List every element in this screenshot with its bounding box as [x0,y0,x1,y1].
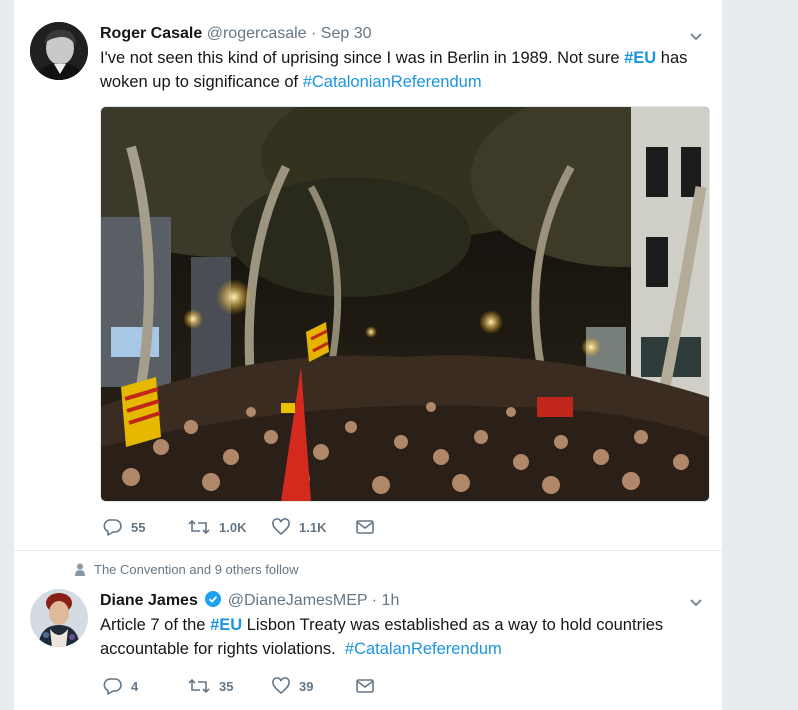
person-icon [75,563,85,576]
hashtag-link[interactable]: #EU [210,616,242,634]
author-name[interactable]: Diane James [100,592,198,609]
avatar[interactable] [30,22,88,80]
separator: · [371,592,378,609]
author-name[interactable]: Roger Casale [100,25,202,42]
reply-count: 55 [131,519,146,535]
message-icon [356,679,374,693]
tweet-actions: 4 35 39 [103,676,433,698]
tweet[interactable]: Roger Casale @rogercasale · Sep 30 I've … [14,0,722,551]
like-button[interactable]: 39 [271,676,313,696]
like-icon [272,518,290,536]
social-context-text[interactable]: The Convention and 9 others follow [94,562,299,577]
retweet-icon [188,519,210,535]
tweet-header: Diane James @DianeJamesMEP · 1h [100,591,399,610]
tweet-photo[interactable] [100,106,710,502]
message-icon [356,520,374,534]
verified-icon [205,591,222,607]
message-button[interactable] [355,676,375,696]
hashtag-link[interactable]: #CatalonianReferendum [303,73,482,91]
reply-count: 4 [131,678,139,694]
caret-down-icon[interactable] [688,594,704,610]
message-button[interactable] [355,517,375,537]
text-segment: Article 7 of the [100,616,211,634]
timeline: Roger Casale @rogercasale · Sep 30 I've … [14,0,722,710]
retweet-icon [188,678,210,694]
social-context: The Convention and 9 others follow [74,562,299,577]
crowd-photo [101,107,709,501]
reply-icon [103,678,122,695]
like-button[interactable]: 1.1K [271,517,326,537]
hashtag-link[interactable]: #EU [624,49,656,67]
like-count: 39 [299,678,314,694]
tweet-header: Roger Casale @rogercasale · Sep 30 [100,25,372,43]
avatar-photo [30,589,88,647]
retweet-count: 35 [219,678,234,694]
timestamp[interactable]: Sep 30 [321,25,372,42]
tweet-text: I've not seen this kind of uprising sinc… [100,46,700,94]
separator: · [311,25,317,42]
reply-button[interactable]: 4 [103,676,138,696]
hashtag-link[interactable]: #CatalanReferendum [345,640,502,658]
author-handle[interactable]: @rogercasale [207,25,307,42]
retweet-count: 1.0K [219,519,247,535]
like-count: 1.1K [299,519,327,535]
tweet-text: Article 7 of the #EU Lisbon Treaty was e… [100,613,700,661]
reply-button[interactable]: 55 [103,517,145,537]
avatar-photo [30,22,88,80]
timestamp[interactable]: 1h [382,592,400,609]
retweet-button[interactable]: 1.0K [187,517,246,537]
author-handle[interactable]: @DianeJamesMEP [228,592,368,609]
retweet-button[interactable]: 35 [187,676,233,696]
tweet-actions: 55 1.0K 1.1K [103,517,433,539]
avatar[interactable] [30,589,88,647]
like-icon [272,677,290,695]
text-segment: I've not seen this kind of uprising sinc… [100,49,625,67]
reply-icon [103,519,122,536]
caret-down-icon[interactable] [688,28,704,44]
